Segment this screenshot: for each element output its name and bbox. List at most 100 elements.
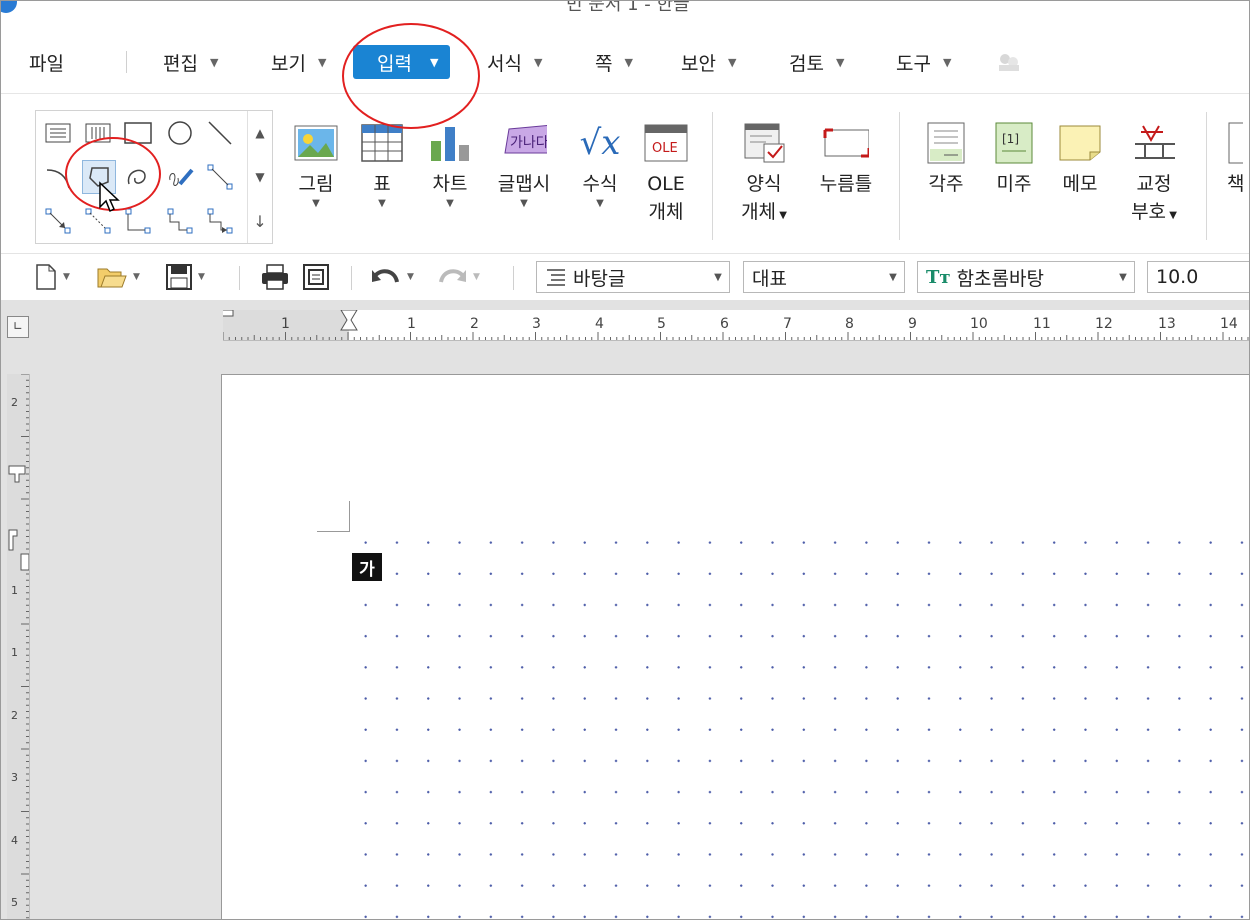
menu-file[interactable]: 파일 [29,45,64,79]
curve-icon[interactable] [122,161,154,193]
insert-field-button[interactable]: 누름틀 [811,116,881,246]
menu-tools[interactable]: 도구 ▼ [896,45,951,79]
document-page[interactable]: 가 [221,374,1249,919]
folder-open-icon [97,268,127,288]
ellipse-icon[interactable] [164,117,196,149]
ruler-number: 1 [11,584,18,597]
insert-wordart-button[interactable]: 가나다 글맵시 ▼ [489,116,559,246]
insert-footnote-button[interactable]: 각주 [911,116,981,246]
save-button[interactable]: ▼ [166,264,205,290]
font-select[interactable]: Tт 함초롬바탕 ▼ [917,261,1135,293]
insert-proofread-button[interactable]: 교정 부호 ▼ [1119,116,1189,246]
undo-button[interactable]: ▼ [371,264,414,290]
chevron-down-icon: ▼ [835,55,845,69]
gallery-scroll: ▲ ▼ ↓ [247,111,272,243]
ruler-number: 12 [1095,316,1113,332]
ruler-number: 2 [11,396,18,409]
menu-format[interactable]: 서식 ▼ [487,45,542,79]
ruler-number: 2 [11,709,18,722]
horizontal-ruler[interactable]: 1 1 2 3 4 5 6 7 8 9 10 11 12 13 14 [218,309,1249,341]
menu-review[interactable]: 검토 ▼ [789,45,844,79]
scroll-up-icon[interactable]: ▲ [248,111,272,155]
bookmark-icon [1223,120,1249,166]
insert-chart-button[interactable]: 차트 ▼ [415,116,485,246]
ruler-number: 6 [720,316,729,332]
insert-endnote-button[interactable]: [1] 미주 [979,116,1049,246]
language-select[interactable]: 대표 ▼ [743,261,905,293]
scroll-down-icon[interactable]: ▼ [248,155,272,199]
redo-button[interactable]: ▼ [437,264,480,290]
arc-icon[interactable] [42,161,74,193]
font-size-value: 10.0 [1156,266,1199,288]
line-icon[interactable] [204,117,236,149]
ruler-number: 7 [783,316,792,332]
undo-icon [372,269,399,283]
new-document-button[interactable]: ▼ [35,264,70,290]
chart-icon [427,120,473,166]
insert-table-button[interactable]: 표 ▼ [347,116,417,246]
chevron-down-icon: ▼ [473,272,480,282]
elbow-double-connector-icon[interactable] [164,205,196,237]
pen-draw-icon[interactable] [164,161,196,193]
chevron-down-icon: ▼ [1119,271,1127,283]
straight-arrow-connector-icon[interactable] [42,205,74,237]
font-size-input[interactable]: 10.0 [1147,261,1249,293]
menu-insert[interactable]: 입력 ▼ [353,45,451,79]
gallery-expand-icon[interactable]: ↓ [248,199,272,243]
chevron-down-icon: ▼ [407,272,414,282]
print-preview-button[interactable] [303,264,329,290]
ole-icon: OLE [643,120,689,166]
ruler-number: 14 [1220,316,1238,332]
menu-page[interactable]: 쪽 ▼ [595,45,633,79]
insert-picture-button[interactable]: 그림 ▼ [281,116,351,246]
connector-icon[interactable] [204,161,236,193]
paragraph-style-value: 바탕글 [573,267,626,290]
collaboration-icon[interactable] [996,51,1022,73]
ruler-number: 11 [1033,316,1051,332]
menu-edit[interactable]: 편집 ▼ [163,45,218,79]
print-button[interactable] [261,264,289,290]
chevron-down-icon: ▼ [624,55,633,69]
endnote-label: 미주 [996,173,1032,195]
chevron-down-icon: ▼ [727,55,737,69]
ribbon-divider [899,112,900,240]
ole-label: OLE 개체 [647,173,685,223]
tab-type-selector[interactable]: ∟ [7,316,29,338]
elbow-arrow-connector-icon[interactable] [122,205,154,237]
vertical-text-box-icon[interactable] [82,117,114,149]
svg-text:[1]: [1] [1002,132,1019,146]
ruler-number: 2 [470,316,479,332]
menu-view[interactable]: 보기 ▼ [271,45,326,79]
app-window: 빈 문서 1 - 한글 파일 편집 ▼ 보기 ▼ 입력 ▼ 서식 ▼ 쪽 ▼ 보안 ▼ 검토… [0,0,1250,920]
insert-form-object-button[interactable]: 양식 개체 ▼ [729,116,799,246]
table-label: 표 [373,173,391,195]
insert-ole-button[interactable]: OLE OLE 개체 [631,116,701,246]
equation-icon: √x [579,123,621,163]
open-document-button[interactable]: ▼ [97,264,140,290]
left-margin-marker-icon [218,309,234,317]
app-logo-icon [1,1,17,13]
vertical-ruler[interactable]: 2 1 1 2 3 4 5 [7,373,30,919]
ruler-number: 10 [970,316,988,332]
menu-security[interactable]: 보안 ▼ [681,45,736,79]
text-box-icon[interactable] [42,117,74,149]
ruler-number: 3 [11,771,18,784]
insert-equation-button[interactable]: √x 수식 ▼ [565,116,635,246]
ruler-number: 9 [908,316,917,332]
insert-bookmark-button[interactable]: 책 [1223,116,1249,246]
elbow-connector-alt-icon[interactable] [204,205,236,237]
ribbon: ▲ ▼ ↓ 그림 ▼ 표 ▼ 차트 ▼ 가나다 글맵시 ▼ √x 수식 ▼ OL… [1,93,1249,252]
input-mode-indicator: 가 [352,553,382,581]
chevron-down-icon: ▼ [133,272,140,282]
rectangle-icon[interactable] [122,117,154,149]
document-workspace: ∟ 1 1 2 3 4 5 6 7 8 9 10 11 12 13 14 2112345 가 [1,300,1249,919]
toolbar-divider [239,266,240,290]
chart-label: 차트 [432,173,468,195]
chevron-down-icon: ▼ [596,198,604,209]
paragraph-style-select[interactable]: 바탕글 ▼ [536,261,730,293]
insert-memo-button[interactable]: 메모 [1045,116,1115,246]
menu-bar: 파일 편집 ▼ 보기 ▼ 입력 ▼ 서식 ▼ 쪽 ▼ 보안 ▼ 검토 ▼ 도구 ▼ [1,31,1249,91]
toolbar-divider [351,266,352,290]
ruler-number: 1 [11,646,18,659]
proofread-icon [1131,120,1177,166]
